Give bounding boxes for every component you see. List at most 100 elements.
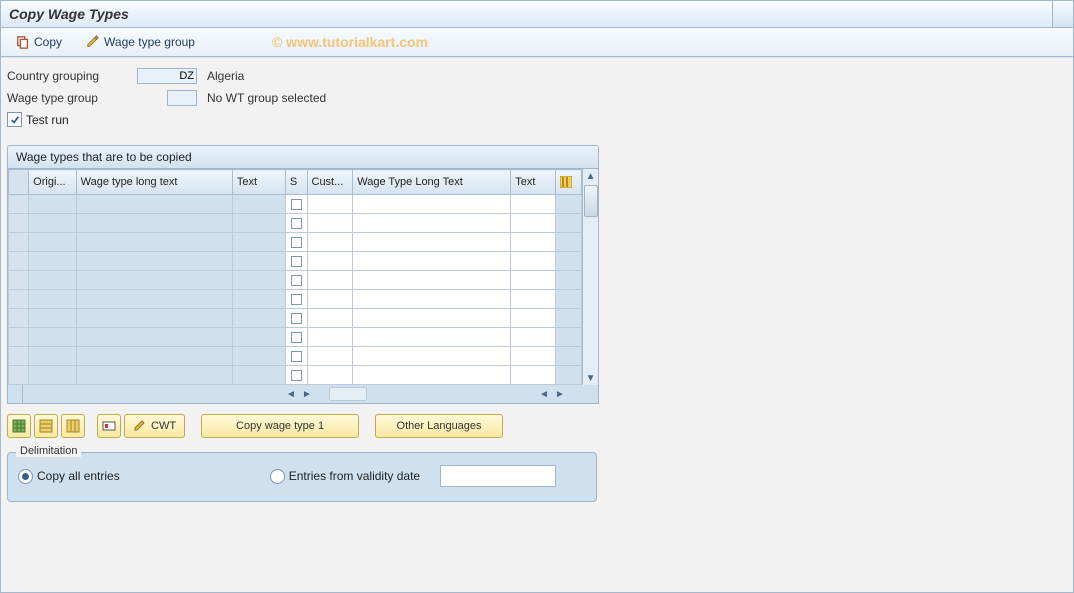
- cell-text[interactable]: [232, 233, 285, 252]
- cell-text2[interactable]: [511, 347, 556, 366]
- cell-text2[interactable]: [511, 328, 556, 347]
- checkbox-icon[interactable]: [291, 256, 302, 267]
- scroll-thumb[interactable]: [584, 185, 598, 217]
- table-row[interactable]: [9, 214, 582, 233]
- cwt-button[interactable]: CWT: [124, 414, 185, 438]
- cell-wtlt[interactable]: [76, 328, 232, 347]
- row-selector[interactable]: [9, 347, 29, 366]
- cell-cust[interactable]: [307, 195, 353, 214]
- radio-from-date[interactable]: Entries from validity date: [270, 465, 556, 487]
- cell-s[interactable]: [285, 328, 307, 347]
- checkbox-icon[interactable]: [291, 332, 302, 343]
- checkbox-icon[interactable]: [291, 218, 302, 229]
- cell-wtlt2[interactable]: [353, 271, 511, 290]
- cell-origi[interactable]: [29, 290, 76, 309]
- table-row[interactable]: [9, 271, 582, 290]
- table-row[interactable]: [9, 347, 582, 366]
- hscroll-track[interactable]: [329, 387, 367, 401]
- col-wage-type-long-text-2[interactable]: Wage Type Long Text: [353, 170, 511, 195]
- cell-cust[interactable]: [307, 309, 353, 328]
- table-row[interactable]: [9, 328, 582, 347]
- col-text[interactable]: Text: [232, 170, 285, 195]
- cell-s[interactable]: [285, 195, 307, 214]
- cell-wtlt[interactable]: [76, 290, 232, 309]
- hscroll-right-icon-2[interactable]: ►: [553, 387, 567, 401]
- cell-cust[interactable]: [307, 252, 353, 271]
- cell-origi[interactable]: [29, 366, 76, 385]
- cell-cust[interactable]: [307, 290, 353, 309]
- cell-text[interactable]: [232, 366, 285, 385]
- col-s[interactable]: S: [285, 170, 307, 195]
- wage-type-group-input[interactable]: [167, 90, 197, 106]
- cell-wtlt2[interactable]: [353, 366, 511, 385]
- other-languages-button[interactable]: Other Languages: [375, 414, 503, 438]
- cell-s[interactable]: [285, 252, 307, 271]
- horizontal-scrollbar-right[interactable]: ◄ ►: [522, 385, 582, 403]
- hscroll-left-icon-2[interactable]: ◄: [537, 387, 551, 401]
- col-cust[interactable]: Cust...: [307, 170, 353, 195]
- cell-origi[interactable]: [29, 347, 76, 366]
- radio-copy-all-input[interactable]: [18, 469, 33, 484]
- cell-wtlt2[interactable]: [353, 309, 511, 328]
- cell-text[interactable]: [232, 271, 285, 290]
- col-selector[interactable]: [9, 170, 29, 195]
- cell-text[interactable]: [232, 195, 285, 214]
- cell-wtlt[interactable]: [76, 366, 232, 385]
- cell-cust[interactable]: [307, 328, 353, 347]
- cell-cust[interactable]: [307, 233, 353, 252]
- row-selector[interactable]: [9, 328, 29, 347]
- cell-origi[interactable]: [29, 214, 76, 233]
- table-row[interactable]: [9, 366, 582, 385]
- cell-origi[interactable]: [29, 252, 76, 271]
- table-row[interactable]: [9, 233, 582, 252]
- col-wage-type-long-text[interactable]: Wage type long text: [76, 170, 232, 195]
- row-selector[interactable]: [9, 233, 29, 252]
- cell-origi[interactable]: [29, 309, 76, 328]
- checkbox-icon[interactable]: [291, 199, 302, 210]
- row-selector[interactable]: [9, 195, 29, 214]
- checkbox-icon[interactable]: [291, 294, 302, 305]
- cell-text[interactable]: [232, 347, 285, 366]
- cell-s[interactable]: [285, 366, 307, 385]
- col-text-2[interactable]: Text: [511, 170, 556, 195]
- cell-wtlt[interactable]: [76, 271, 232, 290]
- cell-origi[interactable]: [29, 233, 76, 252]
- cell-wtlt[interactable]: [76, 252, 232, 271]
- row-selector[interactable]: [9, 271, 29, 290]
- cell-wtlt[interactable]: [76, 233, 232, 252]
- cell-origi[interactable]: [29, 328, 76, 347]
- copy-button[interactable]: Copy: [9, 32, 69, 52]
- cell-wtlt[interactable]: [76, 214, 232, 233]
- cell-wtlt2[interactable]: [353, 290, 511, 309]
- row-selector[interactable]: [9, 290, 29, 309]
- cell-text[interactable]: [232, 290, 285, 309]
- row-selector[interactable]: [9, 214, 29, 233]
- cell-text[interactable]: [232, 309, 285, 328]
- scroll-down-icon[interactable]: ▼: [584, 371, 598, 385]
- cell-wtlt[interactable]: [76, 309, 232, 328]
- hscroll-right-icon[interactable]: ►: [300, 387, 314, 401]
- cell-origi[interactable]: [29, 271, 76, 290]
- cell-text2[interactable]: [511, 309, 556, 328]
- horizontal-scrollbar-mid[interactable]: [325, 385, 522, 403]
- cell-wtlt2[interactable]: [353, 195, 511, 214]
- cell-cust[interactable]: [307, 271, 353, 290]
- vertical-scrollbar[interactable]: ▲ ▼: [582, 169, 598, 385]
- cell-s[interactable]: [285, 233, 307, 252]
- copy-wage-type-1-button[interactable]: Copy wage type 1: [201, 414, 359, 438]
- cell-s[interactable]: [285, 214, 307, 233]
- cell-cust[interactable]: [307, 366, 353, 385]
- cell-wtlt2[interactable]: [353, 214, 511, 233]
- cell-s[interactable]: [285, 347, 307, 366]
- btn-icon-1[interactable]: [7, 414, 31, 438]
- checkbox-icon[interactable]: [291, 351, 302, 362]
- cell-s[interactable]: [285, 309, 307, 328]
- cell-text[interactable]: [232, 214, 285, 233]
- checkbox-icon[interactable]: [291, 313, 302, 324]
- row-selector[interactable]: [9, 366, 29, 385]
- cell-text2[interactable]: [511, 366, 556, 385]
- btn-icon-4[interactable]: [97, 414, 121, 438]
- cell-text2[interactable]: [511, 290, 556, 309]
- table-row[interactable]: [9, 252, 582, 271]
- btn-icon-2[interactable]: [34, 414, 58, 438]
